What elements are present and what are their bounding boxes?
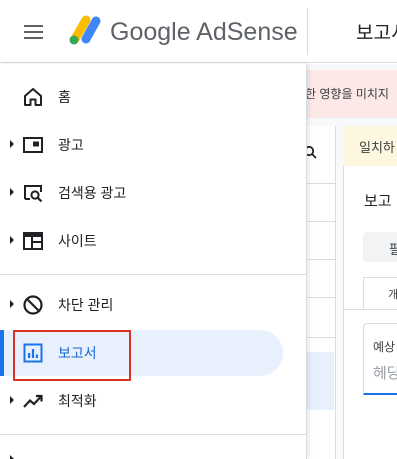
tab-label: 개 [388,286,397,302]
nav-item-sites[interactable]: 사이트 [0,218,307,264]
tab-divider [343,309,397,310]
reports-icon [23,343,43,363]
filter-button[interactable]: 필 [363,232,397,262]
adsense-logo-icon [69,15,101,45]
nav-item-label: 사이트 [58,233,97,249]
expand-arrow-icon[interactable] [10,140,14,148]
nav-divider [0,274,307,275]
home-icon [24,88,42,106]
nav-item-blocking-controls[interactable]: 차단 관리 [0,282,307,328]
nav-item-ads[interactable]: 광고 [0,122,307,168]
nav-item-label: 홈 [58,89,71,105]
nav-item-optimization[interactable]: 최적화 [0,378,307,424]
alert-text: …한 영향을 미치지 [293,87,389,101]
sites-icon [23,232,43,250]
nav-item-search-ads[interactable]: 검색용 광고 [0,170,307,216]
nav-item-label: 최적화 [58,393,97,409]
nav-divider [0,434,307,435]
hamburger-menu-icon [24,25,43,39]
nav-item-label: 보고서 [58,345,97,361]
metric-card[interactable]: 예상 헤당 [363,323,397,395]
nav-item-label: 검색용 광고 [58,185,127,201]
brand-name: Google AdSense [110,18,298,46]
metric-card-value: 헤당 [373,365,397,382]
match-text: 일치하 [359,140,395,155]
nav-item-label: 차단 관리 [58,297,114,313]
expand-arrow-icon[interactable] [10,236,14,244]
expand-arrow-icon[interactable] [10,396,14,404]
expand-arrow-icon[interactable] [10,455,14,459]
navigation-drawer: 홈 광고 검색용 광고 사이트 차단 관리 보고서 최적화 [0,64,307,459]
expand-arrow-icon[interactable] [10,188,14,196]
nav-item-label: 광고 [58,137,84,153]
page-title: 보고서 [356,23,397,44]
expand-arrow-icon[interactable] [10,300,14,308]
nav-item-home[interactable]: 홈 [0,74,307,120]
report-panel-title: 보고 [364,193,392,210]
metric-card-label: 예상 [373,340,396,354]
nav-item-reports[interactable]: 보고서 [0,330,307,376]
top-app-bar: Google AdSense 보고서 [0,0,397,63]
ads-icon [23,137,43,153]
search-ads-icon [24,185,43,203]
optimization-icon [23,394,43,408]
topbar-divider [307,8,308,55]
match-banner: 일치하 [343,126,397,166]
block-icon [23,295,43,315]
main-menu-button[interactable] [20,20,48,44]
overview-tab[interactable]: 개 [363,277,397,309]
filter-label: 필 [389,242,397,257]
